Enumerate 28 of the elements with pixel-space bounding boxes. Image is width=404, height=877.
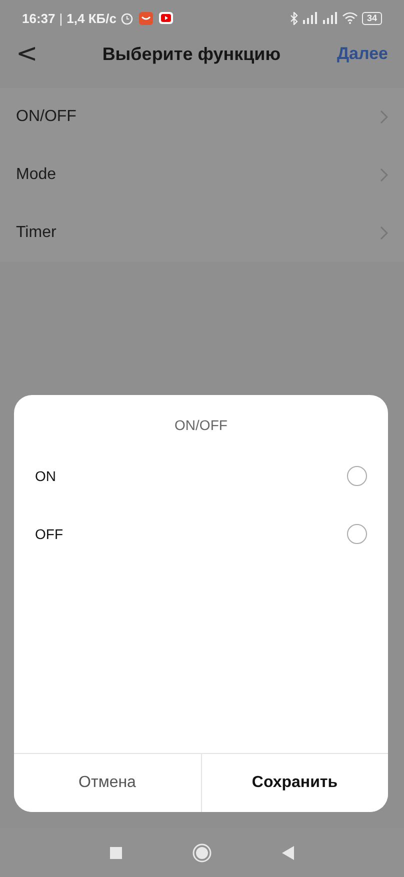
status-time: 16:37 <box>22 10 56 26</box>
option-label: OFF <box>35 526 64 542</box>
home-icon[interactable] <box>192 842 212 862</box>
battery-indicator: 34 <box>362 12 382 24</box>
network-speed: 1,4 КБ/с <box>66 10 116 26</box>
chevron-right-icon <box>380 110 388 124</box>
dialog-title: ON/OFF <box>174 417 228 433</box>
separator: | <box>59 10 63 26</box>
function-item[interactable]: Mode <box>16 166 380 184</box>
signal-icon <box>302 12 318 24</box>
page-title: Выберите функцию <box>101 44 282 64</box>
back-icon[interactable] <box>282 846 294 860</box>
option-label: ON <box>35 468 57 484</box>
signal-icon <box>322 12 338 24</box>
save-button[interactable]: Сохранить <box>200 754 388 812</box>
radio-button[interactable] <box>347 524 367 544</box>
function-item[interactable]: Timer <box>16 224 380 242</box>
video-app-icon <box>158 11 174 25</box>
radio-button[interactable] <box>347 466 367 486</box>
alarm-icon <box>120 11 134 25</box>
shopping-app-icon <box>138 10 154 26</box>
recents-icon[interactable] <box>110 846 122 858</box>
back-button[interactable]: < <box>16 39 46 69</box>
function-item[interactable]: ON/OFF <box>16 108 380 126</box>
chevron-right-icon <box>380 226 388 240</box>
bluetooth-icon <box>290 12 298 24</box>
chevron-right-icon <box>380 168 388 182</box>
wifi-icon <box>342 12 358 24</box>
